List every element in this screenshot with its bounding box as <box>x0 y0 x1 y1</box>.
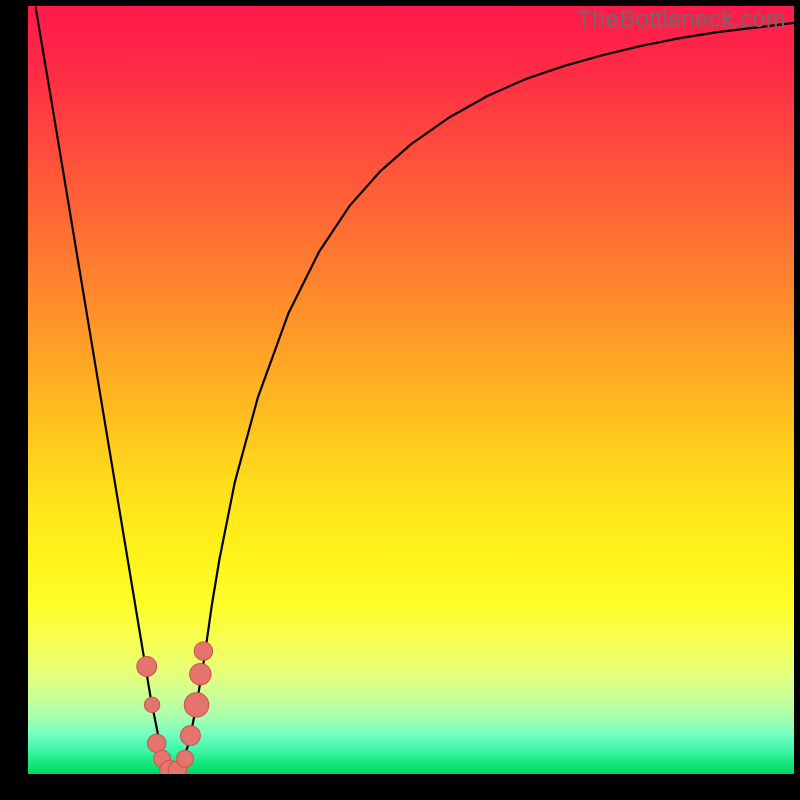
curve-marker <box>184 693 209 718</box>
curve-marker <box>148 734 166 752</box>
curve-marker <box>180 726 200 746</box>
chart-frame: TheBottleneck.com <box>0 0 800 800</box>
curve-marker <box>194 642 212 660</box>
plot-area <box>28 6 794 774</box>
curve-markers <box>137 642 213 774</box>
curve-marker <box>177 750 194 767</box>
curve-marker <box>144 697 159 712</box>
curve-marker <box>190 663 211 684</box>
curve-layer <box>28 6 794 774</box>
curve-marker <box>137 657 157 677</box>
